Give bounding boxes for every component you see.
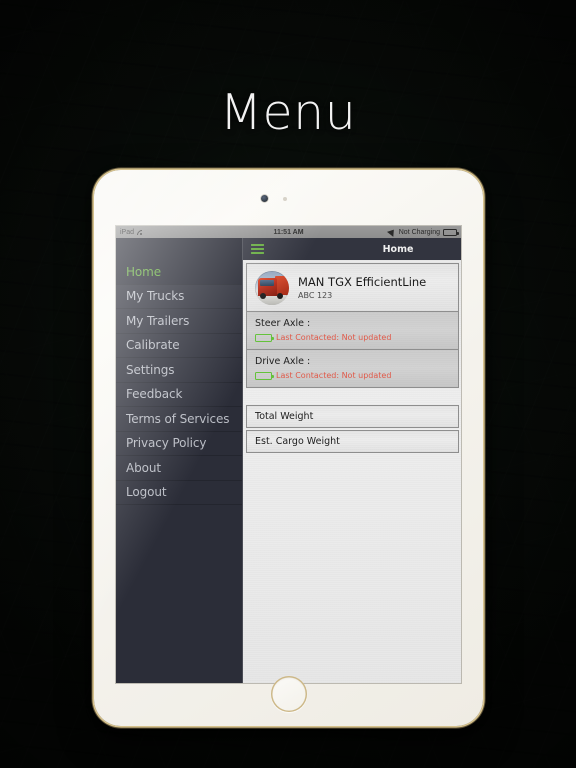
axle-title: Steer Axle :	[255, 318, 311, 329]
sidebar-item-my-trailers[interactable]: My Trailers	[116, 309, 242, 334]
battery-icon	[443, 228, 459, 236]
sidebar-item-privacy-policy[interactable]: Privacy Policy	[116, 432, 242, 456]
est-cargo-weight-row[interactable]: Est. Cargo Weight	[246, 430, 459, 453]
truck-photo-avatar	[255, 270, 289, 305]
sidebar-item-feedback[interactable]: Feedback	[116, 383, 242, 407]
navbar-title: Home	[382, 243, 414, 255]
truck-name: MAN TGX EfficientLine	[298, 275, 427, 289]
total-weight-row[interactable]: Total Weight	[246, 405, 459, 428]
ambient-light-sensor-icon	[282, 197, 287, 201]
axle-status-row: Last Contacted: Not updated	[255, 333, 450, 342]
last-contacted-label: Last Contacted: Not updated	[276, 333, 392, 342]
sidebar-item-label: Privacy Policy	[126, 436, 207, 451]
page-title: Menu	[219, 84, 357, 141]
sidebar-item-calibrate[interactable]: Calibrate	[116, 334, 242, 358]
drive-axle-card[interactable]: Drive Axle : Last Contacted: Not updated	[246, 350, 459, 388]
sidebar-item-label: Feedback	[126, 387, 183, 402]
charging-state-label: Not Charging	[398, 228, 440, 236]
sidebar-item-label: My Trucks	[126, 289, 185, 304]
truck-text-block: MAN TGX EfficientLine ABC 123	[298, 275, 426, 300]
sidebar-menu: Home My Trucks My Trailers Calibrate Set…	[116, 238, 242, 683]
total-weight-label: Total Weight	[255, 411, 314, 422]
sidebar-item-label: Calibrate	[126, 338, 180, 353]
sidebar-item-home[interactable]: Home	[116, 260, 242, 285]
sidebar-item-about[interactable]: About	[116, 456, 242, 481]
status-bar-right: Not Charging	[386, 227, 459, 237]
sidebar-item-terms-of-services[interactable]: Terms of Services	[116, 407, 242, 432]
sidebar-item-logout[interactable]: Logout	[116, 481, 242, 505]
axle-title: Drive Axle :	[255, 356, 311, 367]
est-cargo-weight-label: Est. Cargo Weight	[255, 436, 340, 447]
battery-charging-icon	[255, 371, 274, 380]
sidebar-item-label: My Trailers	[126, 313, 190, 328]
truck-row: MAN TGX EfficientLine ABC 123	[247, 264, 458, 311]
ios-status-bar: iPad 11:51 AM Not Charging	[116, 226, 461, 238]
front-camera-icon	[260, 195, 268, 202]
sidebar-item-label: About	[126, 460, 161, 475]
sidebar-item-label: Settings	[126, 362, 175, 377]
sidebar-item-label: Terms of Services	[126, 411, 230, 426]
sidebar-item-settings[interactable]: Settings	[116, 358, 242, 383]
app-navigation-bar: Home	[243, 238, 461, 260]
sidebar-item-label: Home	[126, 264, 162, 279]
sidebar-item-label: Logout	[126, 485, 167, 500]
app-root: Home My Trucks My Trailers Calibrate Set…	[116, 238, 461, 683]
steer-axle-card[interactable]: Steer Axle : Last Contacted: Not updated	[246, 312, 459, 350]
truck-plate-number: ABC 123	[298, 291, 333, 300]
truck-summary-card[interactable]: MAN TGX EfficientLine ABC 123	[246, 263, 459, 312]
home-cards: MAN TGX EfficientLine ABC 123 Steer Axle…	[243, 260, 461, 453]
ipad-device-frame: iPad 11:51 AM Not Charging Home My Truck…	[94, 170, 483, 726]
sidebar-header-spacer	[116, 238, 242, 260]
last-contacted-label: Last Contacted: Not updated	[276, 371, 392, 380]
location-arrow-icon	[386, 227, 397, 237]
axle-status-row: Last Contacted: Not updated	[255, 371, 450, 380]
ipad-screen: iPad 11:51 AM Not Charging Home My Truck…	[116, 226, 461, 683]
battery-charging-icon	[255, 333, 274, 342]
main-content: Home MAN TGX EfficientLine ABC 123 Steer…	[242, 238, 461, 683]
hamburger-menu-icon[interactable]	[251, 244, 264, 254]
sidebar-item-my-trucks[interactable]: My Trucks	[116, 285, 242, 309]
home-button[interactable]	[270, 676, 307, 712]
